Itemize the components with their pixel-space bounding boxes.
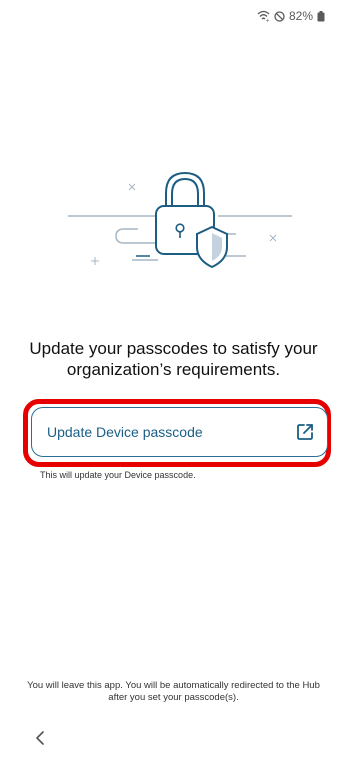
update-device-passcode-label: Update Device passcode — [47, 424, 203, 440]
padlock-shield-illustration — [0, 160, 347, 285]
do-not-disturb-icon — [274, 10, 285, 22]
battery-icon — [317, 10, 325, 22]
svg-text:+: + — [265, 18, 269, 22]
redirect-notice: You will leave this app. You will be aut… — [27, 680, 320, 703]
device-passcode-helper-text: This will update your Device passcode. — [40, 470, 196, 480]
status-bar: + 82% — [257, 8, 325, 24]
chevron-left-icon — [35, 730, 45, 750]
external-link-icon — [295, 422, 315, 442]
update-device-passcode-button[interactable]: Update Device passcode — [31, 407, 328, 457]
wifi-icon: + — [257, 10, 270, 22]
back-button[interactable] — [30, 730, 50, 750]
battery-percentage: 82% — [288, 9, 313, 23]
page-headline: Update your passcodes to satisfy your or… — [29, 339, 318, 379]
